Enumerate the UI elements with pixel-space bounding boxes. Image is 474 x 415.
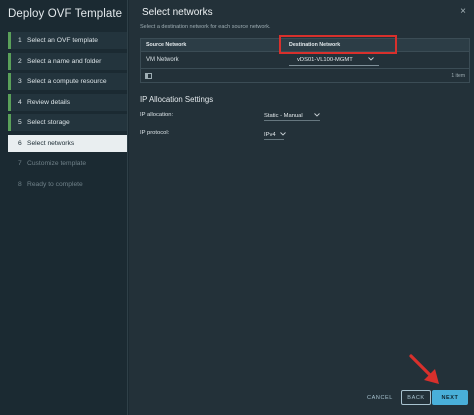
- step-number: 1: [18, 37, 22, 44]
- step-number: 8: [18, 180, 22, 188]
- next-button[interactable]: NEXT: [432, 390, 468, 405]
- column-toggle-icon[interactable]: [145, 72, 152, 79]
- highlight-annotation-box: [279, 35, 397, 54]
- ip-protocol-label: IP protocol:: [140, 130, 170, 136]
- table-footer: 1 item: [141, 68, 469, 82]
- step-select-compute-resource[interactable]: 3 Select a compute resource: [8, 73, 127, 91]
- step-number: 5: [18, 119, 22, 126]
- page-title: Select networks: [142, 7, 213, 18]
- step-select-storage[interactable]: 5 Select storage: [8, 114, 127, 132]
- item-count: 1 item: [451, 72, 465, 79]
- chevron-down-icon: [314, 113, 320, 119]
- step-label: Select a compute resource: [27, 78, 107, 85]
- ip-allocation-label: IP allocation:: [140, 112, 174, 118]
- column-header-source-network[interactable]: Source Network: [141, 42, 289, 48]
- step-select-networks[interactable]: 6 Select networks: [8, 134, 127, 153]
- step-label: Select storage: [27, 119, 70, 126]
- wizard-sidebar: Deploy OVF Template 1 Select an OVF templ…: [0, 0, 128, 415]
- step-number: 6: [18, 139, 22, 147]
- step-label: Ready to complete: [27, 180, 83, 188]
- step-customize-template: 7 Customize template: [8, 155, 127, 173]
- step-select-ovf-template[interactable]: 1 Select an OVF template: [8, 32, 127, 50]
- ip-allocation-select[interactable]: Static - Manual: [264, 113, 320, 121]
- step-label: Select networks: [27, 139, 75, 147]
- step-label: Customize template: [27, 160, 87, 167]
- source-network-cell: VM Network: [146, 57, 179, 63]
- back-button[interactable]: BACK: [401, 390, 431, 405]
- step-ready-to-complete: 8 Ready to complete: [8, 176, 127, 194]
- network-mapping-table: Source Network Destination Network VM Ne…: [140, 35, 470, 83]
- ip-allocation-value: Static - Manual: [264, 113, 303, 119]
- step-label: Select a name and folder: [27, 57, 102, 65]
- ip-allocation-settings-title: IP Allocation Settings: [140, 95, 214, 104]
- step-review-details[interactable]: 4 Review details: [8, 93, 127, 112]
- step-number: 4: [18, 98, 22, 106]
- chevron-down-icon: [368, 56, 374, 63]
- step-select-name-folder[interactable]: 2 Select a name and folder: [8, 52, 127, 71]
- step-number: 7: [18, 160, 22, 167]
- step-number: 2: [18, 57, 22, 65]
- close-icon[interactable]: ×: [460, 6, 466, 17]
- cancel-button[interactable]: CANCEL: [365, 390, 395, 405]
- destination-network-dropdown[interactable]: vDS01-VL100-MGMT: [289, 54, 379, 66]
- step-number: 3: [18, 78, 22, 85]
- step-label: Select an OVF template: [27, 37, 98, 44]
- wizard-title: Deploy OVF Template: [8, 8, 123, 20]
- destination-network-value: vDS01-VL100-MGMT: [297, 56, 353, 63]
- wizard-steps: 1 Select an OVF template 2 Select a name a…: [8, 32, 127, 196]
- table-row: VM Network vDS01-VL100-MGMT: [141, 35, 469, 68]
- chevron-down-icon: [279, 132, 286, 138]
- ip-protocol-value: IPv4: [264, 132, 276, 138]
- ip-protocol-select[interactable]: IPv4: [264, 132, 286, 140]
- wizard-main-panel: Select networks × Select a destination n…: [129, 0, 474, 415]
- red-arrow-annotation: [409, 354, 439, 384]
- step-label: Review details: [27, 98, 71, 106]
- page-subtitle: Select a destination network for each so…: [140, 24, 271, 30]
